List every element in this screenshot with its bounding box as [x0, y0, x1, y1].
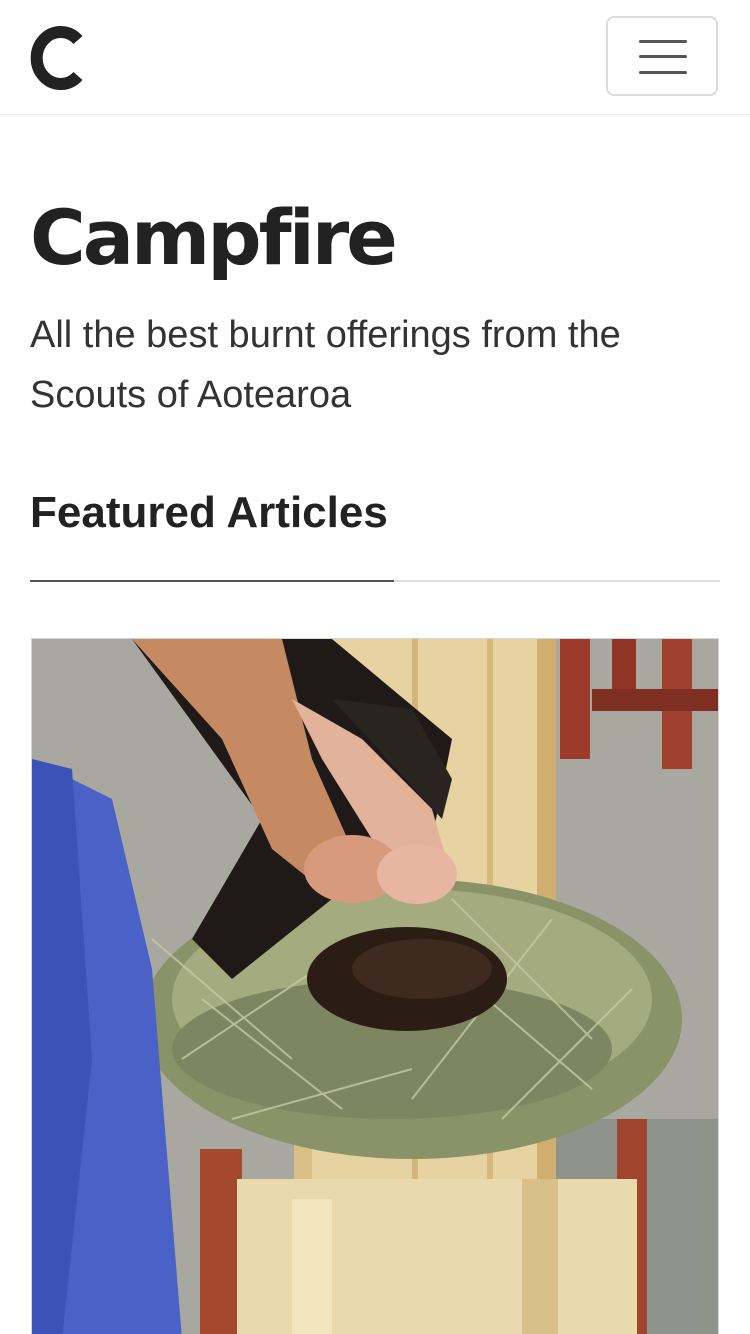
hamburger-menu-button[interactable]: [606, 16, 718, 96]
top-navbar: [0, 0, 750, 115]
site-title: Campfire: [30, 193, 398, 282]
hamburger-bar: [639, 40, 687, 43]
featured-article-card[interactable]: [31, 638, 719, 1334]
article-image[interactable]: [32, 639, 719, 1334]
hamburger-bar: [639, 55, 687, 58]
site-tagline: All the best burnt offerings from the Sc…: [30, 314, 621, 416]
hamburger-bar: [639, 71, 687, 74]
section-divider-accent: [30, 580, 394, 582]
featured-articles-heading: Featured Articles: [30, 488, 388, 537]
campfire-logo-icon[interactable]: [30, 26, 86, 90]
